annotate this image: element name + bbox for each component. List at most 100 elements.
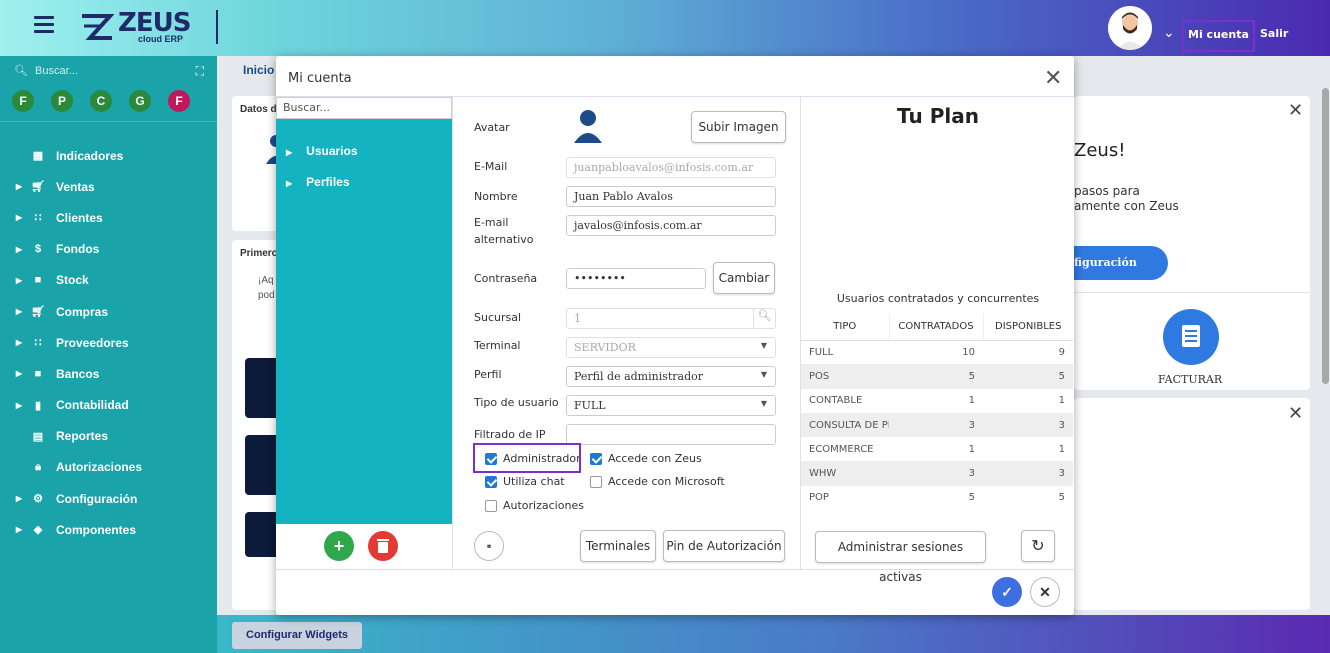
caret-right-icon: ▶ (15, 182, 22, 192)
fullscreen-icon[interactable]: ⛶ (196, 64, 204, 79)
card-title: Primero (240, 248, 278, 259)
chevron-down-icon: ▼ (760, 370, 767, 379)
refresh-icon[interactable]: ↻ (1021, 530, 1055, 562)
favorite-shortcut[interactable]: C (90, 90, 112, 112)
sidebar-item-componentes[interactable]: ▶ ◆ Componentes (0, 514, 217, 545)
video-thumbnail[interactable] (245, 512, 280, 557)
tree-item-usuarios[interactable]: ▶ Usuarios (286, 144, 358, 158)
sidebar-item-clientes[interactable]: ▶ ∷ Clientes (0, 202, 217, 233)
upload-image-button[interactable]: Subir Imagen (691, 111, 786, 143)
column-header: DISPONIBLES (983, 314, 1073, 341)
sidebar-item-proveedores[interactable]: ▶ ∷ Proveedores (0, 327, 217, 358)
change-password-button[interactable]: Cambiar (713, 262, 775, 294)
sidebar-item-compras[interactable]: ▶ 🛒︎ Compras (0, 296, 217, 327)
breadcrumb[interactable]: Inicio (243, 63, 274, 77)
manage-sessions-button[interactable]: Administrar sesiones activas (815, 531, 986, 584)
checkbox-label: Utiliza chat (503, 475, 565, 488)
sidebar-item-stock[interactable]: ▶ ■ Stock (0, 265, 217, 296)
delete-button[interactable] (368, 531, 398, 561)
close-icon[interactable]: ✕ (1288, 403, 1303, 424)
hamburger-menu-icon[interactable] (34, 16, 54, 33)
email-field[interactable]: juanpabloavalos@infosis.com.ar (566, 157, 776, 178)
tree-item-perfiles[interactable]: ▶ Perfiles (286, 175, 350, 189)
user-avatar[interactable] (1108, 6, 1152, 50)
sidebar-item-fondos[interactable]: ▶ $ Fondos (0, 234, 217, 265)
authorizations-checkbox[interactable]: Autorizaciones (485, 499, 584, 512)
tree-search-input[interactable]: Buscar... (276, 97, 452, 119)
authorization-pin-button[interactable]: Pin de Autorización (663, 530, 785, 562)
video-thumbnail[interactable] (245, 358, 280, 418)
profile-select[interactable]: Perfil de administrador ▼ (566, 366, 776, 387)
chevron-down-icon: ▼ (760, 399, 767, 408)
users-icon: ∷ (34, 212, 42, 225)
close-icon[interactable]: ✕ (1288, 100, 1303, 121)
branch-field[interactable]: 1 🔍︎ (566, 308, 776, 329)
branch-value: 1 (574, 312, 581, 325)
search-icon[interactable]: 🔍︎ (753, 309, 775, 328)
account-form: Avatar Subir Imagen E-Mail juanpabloaval… (452, 97, 800, 569)
terminals-button[interactable]: Terminales (580, 530, 656, 562)
user-type-select[interactable]: FULL ▼ (566, 395, 776, 416)
sidebar-item-bancos[interactable]: ▶ ■ Bancos (0, 358, 217, 389)
name-field[interactable]: Juan Pablo Avalos (566, 186, 776, 207)
user-tree-panel: Buscar... ▶ Usuarios ▶ Perfiles (276, 97, 452, 524)
chat-checkbox[interactable]: Utiliza chat (485, 475, 565, 488)
tree-actions: + (276, 524, 452, 569)
cancel-button[interactable]: ✕ (1030, 577, 1060, 607)
checkbox-label: Accede con Zeus (608, 452, 702, 465)
bottom-bar (217, 615, 1330, 653)
favorite-shortcut[interactable]: P (51, 90, 73, 112)
alt-email-label: E-mail (474, 216, 509, 229)
top-header: ZEUS cloud ERP ⌄ Mi cuenta Salir (0, 0, 1330, 56)
contracted-cell: 5 (889, 364, 983, 389)
configuration-button[interactable]: figuración (1074, 246, 1168, 280)
logout-link[interactable]: Salir (1260, 27, 1288, 40)
available-cell: 3 (983, 461, 1073, 486)
sidebar-menu: ▦ Indicadores ▶ 🛒︎ Ventas ▶ ∷ Clientes ▶ $ Fond… (0, 140, 217, 545)
add-button[interactable]: + (324, 531, 354, 561)
gear-icon: ⚙ (33, 493, 43, 506)
zeus-access-checkbox[interactable]: Accede con Zeus (590, 452, 702, 465)
key-icon[interactable]: ⬞ (474, 531, 504, 561)
favorite-shortcut[interactable]: F (168, 90, 190, 112)
users-icon: ∷ (34, 337, 42, 350)
confirm-button[interactable]: ✓ (992, 577, 1022, 607)
close-icon[interactable]: ✕ (1044, 66, 1062, 91)
terminal-select[interactable]: SERVIDOR ▼ (566, 337, 776, 358)
video-thumbnail[interactable] (245, 435, 280, 495)
alt-email-field[interactable]: javalos@infosis.com.ar (566, 215, 776, 236)
facturar-label: FACTURAR (1158, 373, 1223, 386)
caret-right-icon: ▶ (286, 148, 293, 157)
favorite-shortcut[interactable]: F (12, 90, 34, 112)
password-field[interactable]: •••••••• (566, 268, 706, 289)
cart-plus-icon: 🛒︎ (31, 306, 45, 319)
configure-widgets-button[interactable]: Configurar Widgets (232, 622, 362, 649)
sidebar-item-contabilidad[interactable]: ▶ ▮ Contabilidad (0, 390, 217, 421)
sidebar-item-reportes[interactable]: ▤ Reportes (0, 421, 217, 452)
sidebar-item-configuracion[interactable]: ▶ ⚙ Configuración (0, 483, 217, 514)
type-cell: CONSULTA DE PI (801, 412, 889, 438)
welcome-text: pasos para (1074, 184, 1140, 198)
facturar-button[interactable] (1163, 309, 1219, 365)
zeus-logo-mark-icon (82, 14, 114, 40)
sidebar-item-indicadores[interactable]: ▦ Indicadores (0, 140, 217, 171)
sidebar-item-ventas[interactable]: ▶ 🛒︎ Ventas (0, 171, 217, 202)
trash-icon (377, 539, 389, 553)
microsoft-access-checkbox[interactable]: Accede con Microsoft (590, 475, 725, 488)
contracted-cell: 3 (889, 461, 983, 486)
column-header: CONTRATADOS (889, 314, 984, 341)
sidebar-item-label: Clientes (56, 210, 103, 225)
sidebar-search[interactable]: 🔍︎ Buscar... ⛶ (14, 64, 204, 82)
ip-filter-field[interactable] (566, 424, 776, 445)
page-scrollbar[interactable] (1322, 88, 1329, 384)
zeus-logo[interactable]: ZEUS cloud ERP (80, 8, 200, 46)
type-cell: POS (801, 364, 889, 389)
chevron-down-icon[interactable]: ⌄ (1163, 24, 1175, 41)
sidebar-item-autorizaciones[interactable]: 🔒︎ Autorizaciones (0, 452, 217, 483)
account-modal: Mi cuenta ✕ Buscar... ▶ Usuarios ▶ Perfile… (276, 56, 1074, 615)
account-menu-link[interactable]: Mi cuenta (1182, 20, 1255, 52)
favorite-shortcut[interactable]: G (129, 90, 151, 112)
checkbox-checked-icon (485, 475, 497, 488)
card-text: pod (258, 290, 275, 301)
favorites-row: FPCGF (12, 90, 207, 112)
